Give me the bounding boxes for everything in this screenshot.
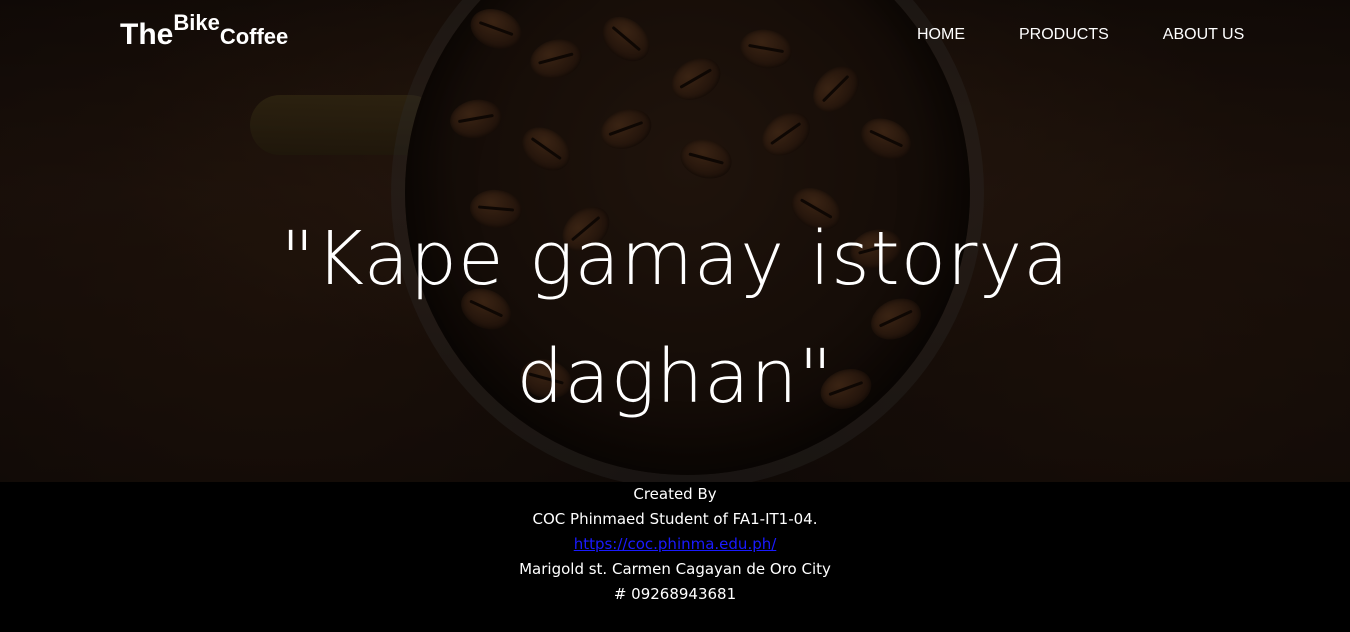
footer-address: Marigold st. Carmen Cagayan de Oro City bbox=[519, 560, 831, 578]
site-footer: Created By COC Phinmaed Student of FA1-I… bbox=[0, 482, 1350, 632]
site-logo[interactable]: TheBikeCoffee bbox=[120, 10, 289, 52]
slogan-line-2: daghan" bbox=[516, 334, 834, 420]
hero-banner: TheBikeCoffee HOME PRODUCTS ABOUT US "Ka… bbox=[0, 0, 1350, 482]
hero-slogan: "Kape gamay istorya daghan" bbox=[0, 200, 1350, 436]
footer-created-by: Created By bbox=[633, 485, 717, 503]
nav-home-link[interactable]: HOME bbox=[917, 26, 965, 44]
logo-bike: Bike bbox=[173, 10, 220, 35]
main-nav: HOME PRODUCTS ABOUT US bbox=[917, 26, 1244, 44]
footer-phone: # 09268943681 bbox=[613, 585, 737, 603]
navbar: TheBikeCoffee HOME PRODUCTS ABOUT US bbox=[0, 0, 1350, 75]
footer-website-link[interactable]: https://coc.phinma.edu.ph/ bbox=[574, 535, 777, 553]
footer-author: COC Phinmaed Student of FA1-IT1-04. bbox=[532, 510, 818, 528]
slogan-line-1: "Kape gamay istorya bbox=[280, 216, 1070, 302]
logo-coffee: Coffee bbox=[219, 24, 289, 49]
logo-the: The bbox=[120, 18, 174, 51]
nav-products-link[interactable]: PRODUCTS bbox=[1019, 26, 1109, 44]
nav-about-us-link[interactable]: ABOUT US bbox=[1163, 26, 1245, 44]
